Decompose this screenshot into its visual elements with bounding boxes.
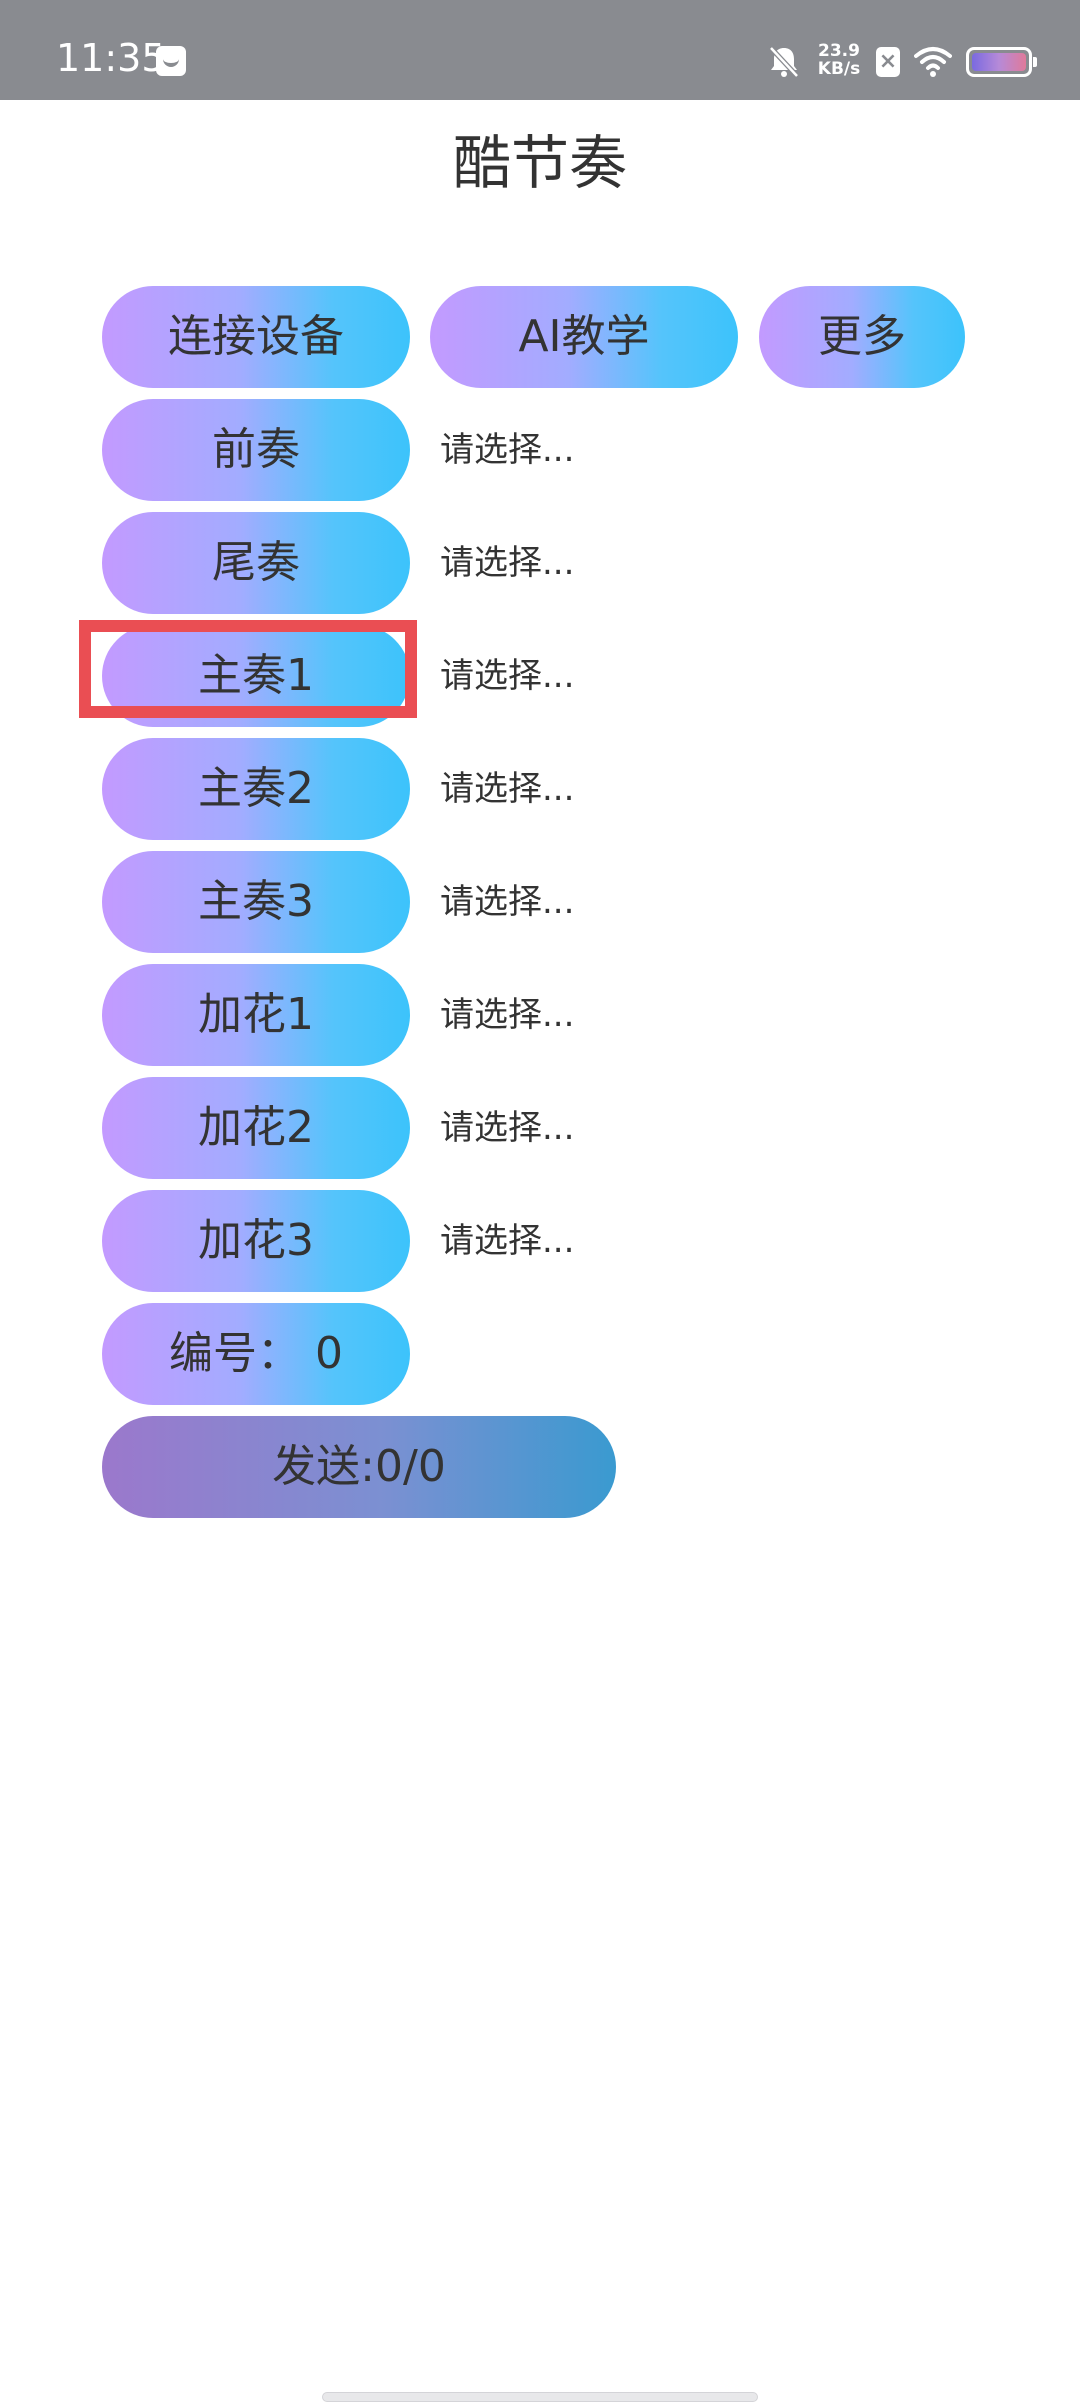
sim-x-icon: × bbox=[876, 47, 900, 77]
fill-2-select[interactable]: 请选择... bbox=[440, 1077, 574, 1179]
intro-select[interactable]: 请选择... bbox=[440, 399, 574, 501]
ai-teach-button[interactable]: AI教学 bbox=[430, 286, 738, 388]
main-1-select[interactable]: 请选择... bbox=[440, 625, 574, 727]
more-button[interactable]: 更多 bbox=[759, 286, 965, 388]
main-2-select[interactable]: 请选择... bbox=[440, 738, 574, 840]
send-button[interactable]: 发送:0/0 bbox=[102, 1416, 616, 1518]
status-icons: 23.9 KB/s × bbox=[766, 40, 1037, 84]
wifi-icon bbox=[914, 45, 952, 79]
page-title: 酷节奏 bbox=[452, 129, 627, 197]
mute-bell-icon bbox=[766, 44, 802, 80]
status-bar: 11:35 23.9 KB/s × bbox=[0, 0, 1080, 100]
message-icon bbox=[156, 46, 186, 76]
net-speed-unit: KB/s bbox=[817, 59, 861, 79]
net-speed-value: 23.9 bbox=[818, 41, 860, 61]
fill-1-select[interactable]: 请选择... bbox=[440, 964, 574, 1066]
intro-button[interactable]: 前奏 bbox=[102, 399, 410, 501]
status-time: 11:35 bbox=[56, 36, 166, 80]
main-3-select[interactable]: 请选择... bbox=[440, 851, 574, 953]
fill-1-button[interactable]: 加花1 bbox=[102, 964, 410, 1066]
main-2-button[interactable]: 主奏2 bbox=[102, 738, 410, 840]
net-speed: 23.9 KB/s bbox=[816, 42, 862, 82]
outro-select[interactable]: 请选择... bbox=[440, 512, 574, 614]
outro-button[interactable]: 尾奏 bbox=[102, 512, 410, 614]
battery-icon bbox=[966, 47, 1037, 77]
fill-3-select[interactable]: 请选择... bbox=[440, 1190, 574, 1292]
highlight-box bbox=[79, 620, 417, 718]
home-indicator[interactable] bbox=[322, 2392, 758, 2402]
fill-2-button[interactable]: 加花2 bbox=[102, 1077, 410, 1179]
connect-device-button[interactable]: 连接设备 bbox=[102, 286, 410, 388]
main-3-button[interactable]: 主奏3 bbox=[102, 851, 410, 953]
number-button[interactable]: 编号： 0 bbox=[102, 1303, 410, 1405]
fill-3-button[interactable]: 加花3 bbox=[102, 1190, 410, 1292]
